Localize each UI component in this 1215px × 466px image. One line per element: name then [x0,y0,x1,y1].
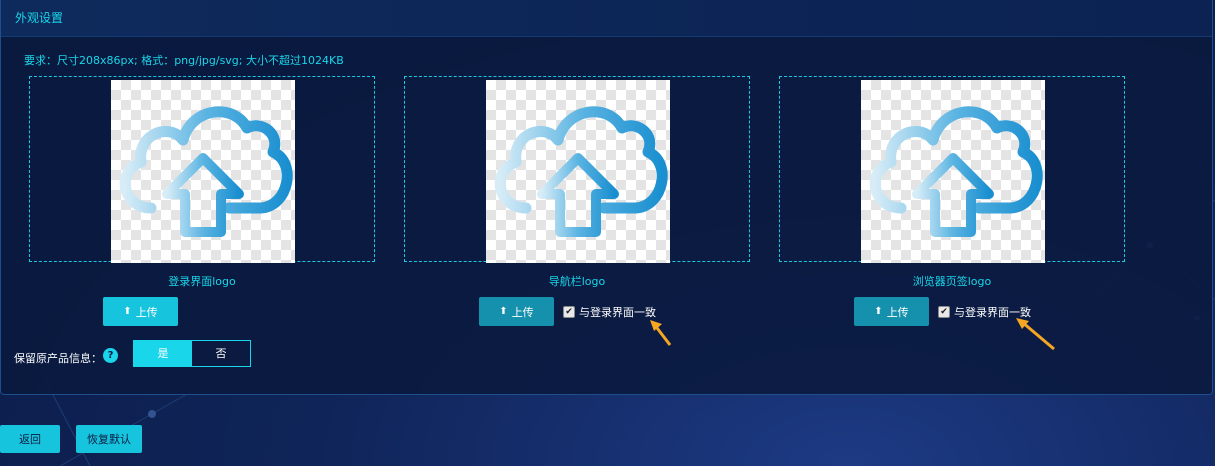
panel-title: 外观设置 [1,0,1212,37]
same-as-login-label: 与登录界面一致 [579,306,656,319]
navbar-logo-upload-button[interactable]: ⬆ 上传 [479,297,554,326]
navbar-same-as-login[interactable]: ✔ 与登录界面一致 [563,304,656,320]
logo-image [486,80,670,263]
keep-no-option[interactable]: 否 [192,341,250,366]
logo-image [111,80,295,263]
browser-tab-logo-label: 浏览器页签logo [912,275,992,288]
browser-tab-logo-upload-button[interactable]: ⬆ 上传 [854,297,929,326]
help-icon[interactable]: ? [103,348,118,363]
checkbox-icon[interactable]: ✔ [563,306,575,318]
cloud-upload-icon [494,106,668,237]
cloud-upload-icon [869,106,1043,237]
upload-icon: ⬆ [499,306,508,317]
keep-product-info-toggle: 是 否 [133,340,251,367]
navbar-logo-preview[interactable] [404,76,750,263]
upload-button-label: 上传 [886,305,909,319]
upload-icon: ⬆ [123,306,132,317]
cloud-upload-icon [119,106,293,237]
arrow-annotation [1016,318,1055,351]
checkbox-icon[interactable]: ✔ [938,306,950,318]
upload-icon: ⬆ [874,306,883,317]
arrow-annotation [650,320,672,346]
upload-button-label: 上传 [511,305,534,319]
keep-product-info-label: 保留原产品信息： [14,352,102,365]
upload-button-label: 上传 [135,305,158,319]
keep-yes-option[interactable]: 是 [134,341,192,366]
upload-requirement-text: 要求：尺寸208x86px; 格式：png/jpg/svg; 大小不超过1024… [24,54,344,67]
restore-default-button[interactable]: 恢复默认 [76,425,142,453]
browser-tab-logo-preview[interactable] [779,76,1125,263]
back-button[interactable]: 返回 [0,425,60,453]
navbar-logo-label: 导航栏logo [548,275,606,288]
logo-image [861,80,1045,263]
login-logo-upload-button[interactable]: ⬆ 上传 [103,297,178,326]
login-logo-label: 登录界面logo [168,275,236,288]
login-logo-preview[interactable] [29,76,375,263]
